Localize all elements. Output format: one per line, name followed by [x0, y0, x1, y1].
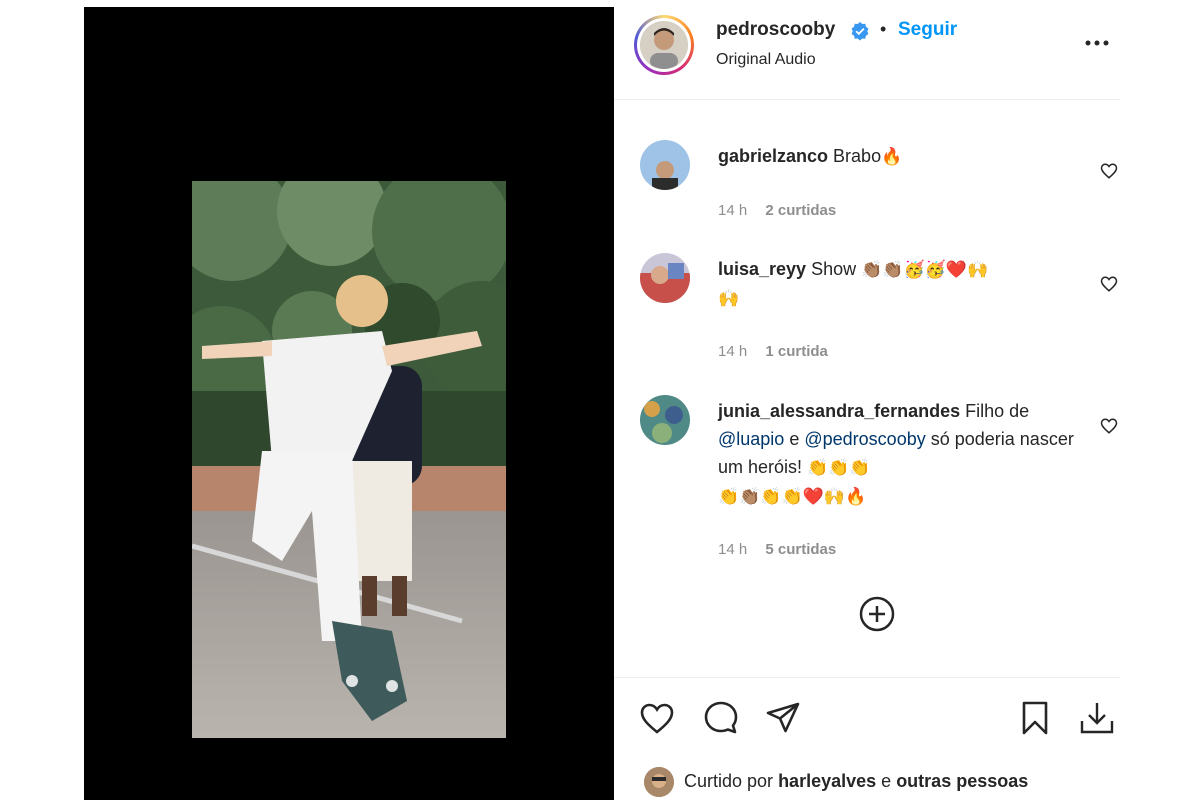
post-side-panel: pedroscooby • Seguir Original Audio gabr…: [614, 7, 1120, 800]
author-username[interactable]: pedroscooby: [716, 19, 835, 41]
commenter-username[interactable]: luisa_reyy: [718, 259, 806, 279]
emoji: 👏🏽: [861, 260, 883, 280]
comment-text: gabrielzanco Brabo🔥: [718, 142, 1078, 171]
comment-time[interactable]: 14 h: [718, 343, 747, 360]
comment-time[interactable]: 14 h: [718, 541, 747, 558]
emoji: 🥳: [903, 260, 925, 280]
comment-body: Brabo: [833, 146, 882, 166]
post-header: pedroscooby • Seguir Original Audio: [614, 7, 1120, 100]
liked-by-and: e: [881, 771, 892, 791]
actions-divider: [614, 677, 1120, 678]
emoji: 🙌: [823, 487, 846, 507]
comment-item: junia_alessandra_fernandes Filho de @lua…: [614, 395, 1120, 565]
header-separator: •: [880, 19, 887, 39]
emoji: 🔥: [845, 487, 867, 507]
liked-by-others[interactable]: outras pessoas: [896, 771, 1028, 791]
liked-by-text: Curtido por harleyalves e outras pessoas: [684, 771, 1028, 792]
emoji: ❤️: [945, 260, 967, 280]
comment-meta: 14 h 1 curtida: [718, 343, 828, 360]
emoji: ❤️: [802, 487, 824, 507]
liker-avatar[interactable]: [644, 767, 674, 797]
liked-by-user[interactable]: harleyalves: [778, 771, 876, 791]
liked-by-prefix: Curtido por: [684, 771, 774, 791]
emoji: 🙌: [718, 289, 740, 309]
emoji: 👏🏽: [882, 260, 904, 280]
comment-heart-icon[interactable]: [1100, 162, 1118, 180]
share-icon[interactable]: [764, 699, 802, 737]
emoji: 👏: [828, 458, 850, 478]
comment-text: luisa_reyy Show 👏🏽👏🏽🥳🥳❤️🙌 🙌: [718, 255, 1078, 313]
emoji: 👏: [807, 458, 829, 478]
commenter-avatar[interactable]: [640, 140, 690, 190]
emoji: 🥳: [924, 260, 946, 280]
commenter-avatar[interactable]: [640, 395, 690, 445]
comment-heart-icon[interactable]: [1100, 275, 1118, 293]
comment-heart-icon[interactable]: [1100, 417, 1118, 435]
author-avatar[interactable]: [634, 15, 694, 75]
mention-link[interactable]: @pedroscooby: [804, 429, 925, 449]
heart-icon[interactable]: [638, 699, 676, 737]
emoji: 👏: [718, 487, 740, 507]
commenter-avatar[interactable]: [640, 253, 690, 303]
bookmark-icon[interactable]: [1016, 699, 1054, 737]
post-media: [84, 7, 614, 800]
more-options-icon[interactable]: [1082, 31, 1112, 51]
comment-time[interactable]: 14 h: [718, 202, 747, 219]
commenter-username[interactable]: junia_alessandra_fernandes: [718, 401, 960, 421]
comment-likes[interactable]: 2 curtidas: [765, 202, 836, 219]
mention-link[interactable]: @luapio: [718, 429, 784, 449]
comment-body: Show: [811, 259, 857, 279]
verified-badge-icon: [851, 22, 869, 41]
comment-meta: 14 h 2 curtidas: [718, 202, 836, 219]
emoji: 🙌: [967, 260, 989, 280]
audio-label[interactable]: Original Audio: [716, 51, 816, 69]
commenter-username[interactable]: gabrielzanco: [718, 146, 828, 166]
emoji: 🔥: [881, 147, 903, 167]
comment-icon[interactable]: [702, 699, 740, 737]
comment-body: e: [789, 429, 800, 449]
emoji: 👏🏽: [739, 487, 761, 507]
comment-likes[interactable]: 1 curtida: [765, 343, 828, 360]
comment-meta: 14 h 5 curtidas: [718, 541, 836, 558]
comment-item: gabrielzanco Brabo🔥 14 h 2 curtidas: [614, 140, 1120, 230]
follow-button[interactable]: Seguir: [898, 19, 957, 41]
emoji: 👏: [781, 487, 803, 507]
download-icon[interactable]: [1078, 699, 1116, 737]
comment-item: luisa_reyy Show 👏🏽👏🏽🥳🥳❤️🙌 🙌 14 h 1 curti…: [614, 253, 1120, 363]
emoji: 👏: [760, 487, 782, 507]
add-circle-icon[interactable]: [858, 595, 896, 633]
comment-likes[interactable]: 5 curtidas: [765, 541, 836, 558]
author-avatar-image: [640, 21, 688, 69]
emoji: 👏: [849, 458, 871, 478]
video-player[interactable]: [192, 181, 506, 738]
comment-text: junia_alessandra_fernandes Filho de @lua…: [718, 397, 1078, 511]
comment-body: Filho de: [965, 401, 1030, 421]
video-frame: [192, 181, 506, 738]
